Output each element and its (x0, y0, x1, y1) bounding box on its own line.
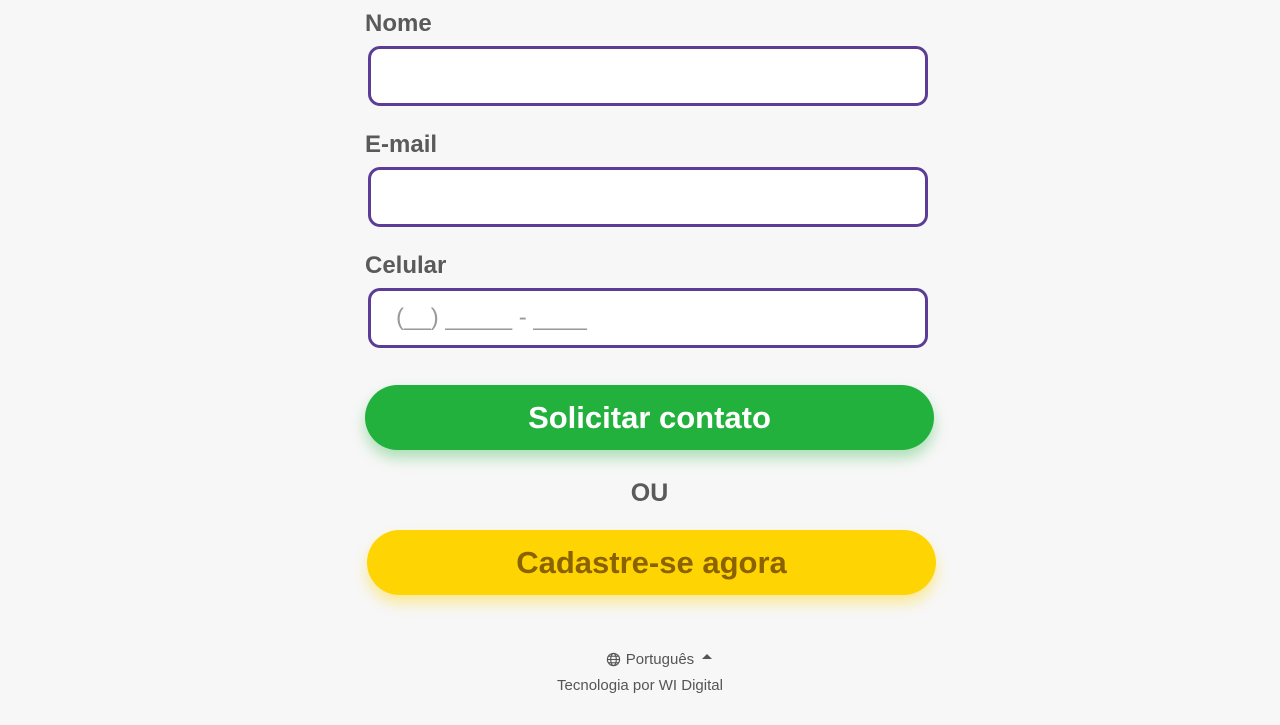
language-selector[interactable]: Português (606, 651, 713, 668)
language-selector-row: Português (0, 651, 1280, 668)
name-label: Nome (365, 10, 432, 37)
email-input[interactable] (368, 167, 928, 227)
caret-up-icon (702, 654, 713, 659)
email-label: E-mail (365, 131, 438, 158)
phone-label: Celular (365, 252, 447, 279)
name-input[interactable] (368, 46, 928, 106)
credit-label: Tecnologia por WI Digital (557, 677, 723, 694)
phone-input[interactable] (368, 288, 928, 348)
or-divider-text: OU (630, 479, 669, 507)
credit-text: Tecnologia por WI Digital (0, 677, 1280, 694)
request-contact-button[interactable]: Solicitar contato (365, 385, 934, 450)
language-label: Português (625, 651, 695, 668)
globe-icon (606, 652, 621, 667)
signup-button[interactable]: Cadastre-se agora (367, 530, 936, 595)
